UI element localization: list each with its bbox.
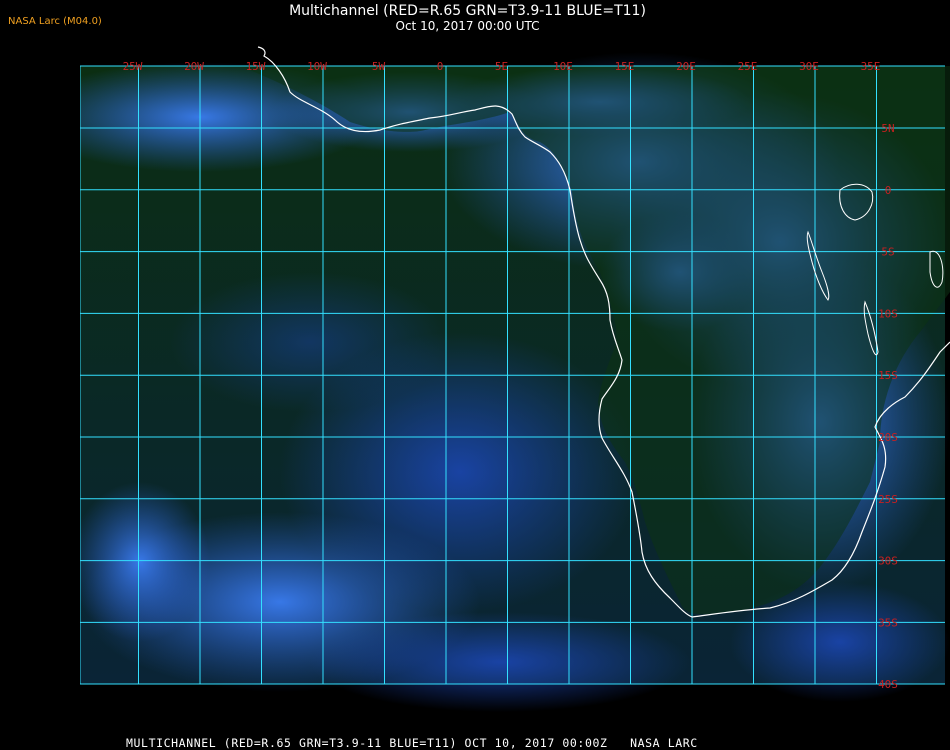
longitude-label: 15E	[615, 60, 635, 73]
latitude-label: 5S	[881, 246, 894, 259]
latitude-label: 5N	[881, 122, 894, 135]
longitude-label: 20E	[676, 60, 696, 73]
longitude-label: 25W	[123, 60, 143, 73]
image-title: Multichannel (RED=R.65 GRN=T3.9-11 BLUE=…	[289, 3, 646, 19]
header: NASA Larc (M04.0) Multichannel (RED=R.65…	[0, 0, 950, 40]
footer-bar: MULTICHANNEL (RED=R.65 GRN=T3.9-11 BLUE=…	[0, 735, 950, 750]
longitude-label: 5E	[495, 60, 508, 73]
longitude-label: 10W	[307, 60, 327, 73]
longitude-label: 30E	[799, 60, 819, 73]
latitude-label: 20S	[878, 431, 898, 444]
latitude-label: 35S	[878, 616, 898, 629]
longitude-label: 10E	[553, 60, 573, 73]
map-canvas: 25W 20W 15W 10W 5W 0 5E 10E 15E 20E 25E 30E 35E 5N 0 5…	[80, 42, 950, 727]
image-timestamp: Oct 10, 2017 00:00 UTC	[395, 19, 540, 33]
latitude-label: 15S	[878, 369, 898, 382]
latitude-label: 10S	[878, 307, 898, 320]
longitude-label: 0	[437, 60, 444, 73]
latitude-label: 40S	[878, 678, 898, 691]
longitude-label: 15W	[246, 60, 266, 73]
latitude-label: 0	[885, 184, 892, 197]
longitude-label: 20W	[184, 60, 204, 73]
latitude-label: 25S	[878, 493, 898, 506]
satellite-map: 25W 20W 15W 10W 5W 0 5E 10E 15E 20E 25E 30E 35E 5N 0 5…	[80, 42, 950, 727]
longitude-label: 35E	[861, 60, 881, 73]
longitude-label: 5W	[372, 60, 386, 73]
longitude-label: 25E	[738, 60, 758, 73]
footer-caption: MULTICHANNEL (RED=R.65 GRN=T3.9-11 BLUE=…	[126, 736, 698, 750]
latitude-label: 30S	[878, 555, 898, 568]
